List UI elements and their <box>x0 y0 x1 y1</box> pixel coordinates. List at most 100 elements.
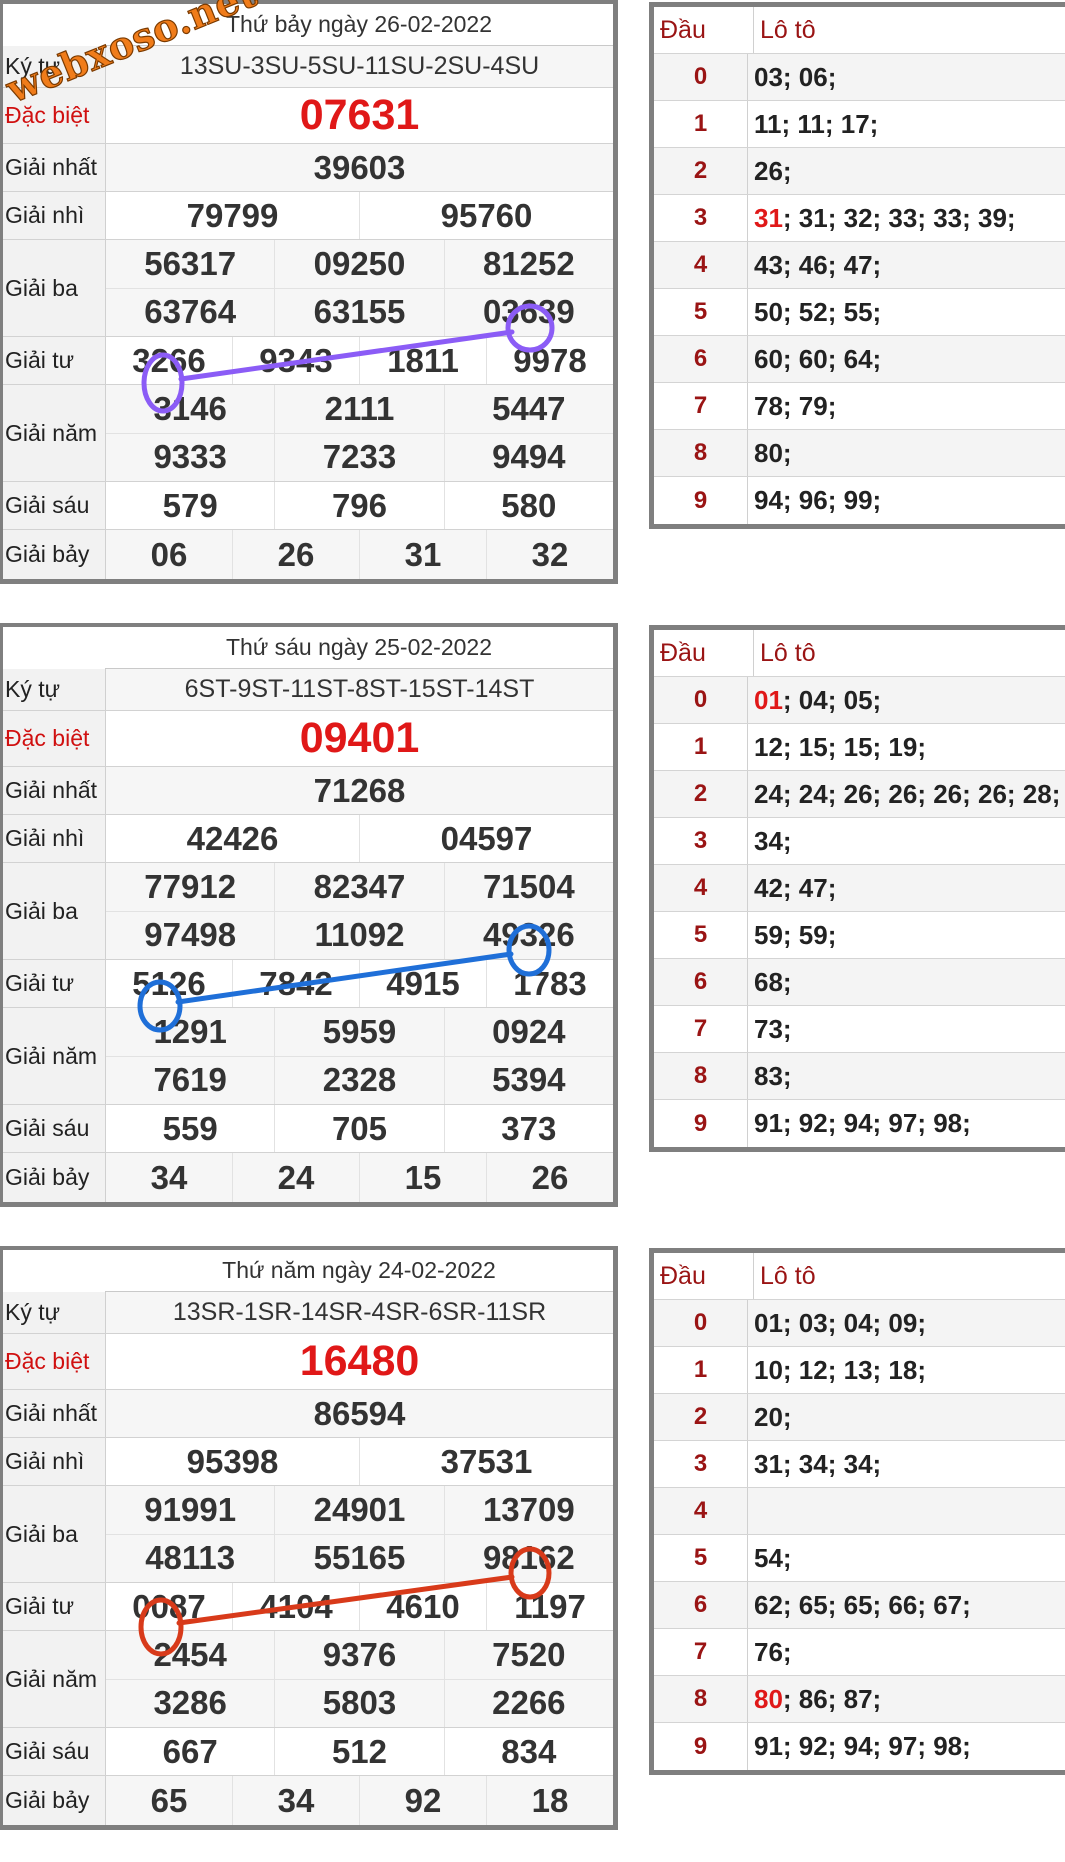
prize-number: 580 <box>443 482 613 529</box>
loto-row: 5 54; <box>654 1535 1065 1582</box>
prize-values-dac_biet: 07631 <box>106 88 613 143</box>
prize-number: 71268 <box>313 771 406 809</box>
prize-label-giai_ba: Giải ba <box>3 863 106 959</box>
prize-values-giai_ba: 91991 24901 13709 48113 55165 98162 <box>106 1486 613 1582</box>
prize-row-giai_bay: Giải bảy 34 24 15 26 <box>3 1153 613 1202</box>
prize-label-giai_nam: Giải năm <box>3 1631 106 1727</box>
prize-number: 09250 <box>274 240 443 288</box>
prize-label-giai_bay: Giải bảy <box>3 530 106 579</box>
prize-number: 834 <box>443 1728 613 1775</box>
prize-number: 82347 <box>274 863 443 911</box>
loto-row: 7 76; <box>654 1629 1065 1676</box>
prize-label-giai_nam: Giải năm <box>3 385 106 481</box>
loto-values: 76; <box>748 1629 1065 1675</box>
loto-head-digit: 6 <box>654 336 748 382</box>
prize-label-giai_nhi: Giải nhì <box>3 192 106 239</box>
loto-row: 7 78; 79; <box>654 383 1065 430</box>
prize-line: 1291 5959 0924 <box>106 1008 613 1056</box>
loto-list: 91; 92; 94; 97; 98; <box>754 1108 971 1138</box>
loto-row: 1 11; 11; 17; <box>654 101 1065 148</box>
prize-row-giai_nhat: Giải nhất 39603 <box>3 144 613 192</box>
prize-number: 16480 <box>299 1337 420 1385</box>
prize-values-giai_sau: 579 796 580 <box>106 482 613 529</box>
prize-number: 31 <box>359 530 486 579</box>
loto-head-digit: 2 <box>654 148 748 194</box>
prize-line: 79799 95760 <box>106 192 613 239</box>
loto-list: 54; <box>754 1542 792 1573</box>
prize-number: 98162 <box>443 1534 613 1582</box>
loto-highlight: 80 <box>754 1683 783 1714</box>
prize-line: 39603 <box>106 144 613 191</box>
prize-line: 86594 <box>106 1390 613 1437</box>
prize-values-dac_biet: 09401 <box>106 711 613 766</box>
prize-number: 9343 <box>232 337 359 384</box>
loto-head-digit: 2 <box>654 771 748 817</box>
loto-row: 5 50; 52; 55; <box>654 289 1065 336</box>
prize-label-giai_tu: Giải tư <box>3 960 106 1007</box>
prize-values-giai_nhat: 39603 <box>106 144 613 191</box>
loto-list: 03; 06; <box>754 61 837 92</box>
prize-line: 48113 55165 98162 <box>106 1533 613 1582</box>
prize-row-giai_nam: Giải năm 2454 9376 7520 3286 5803 2266 <box>3 1631 613 1728</box>
loto-list: 94; 96; 99; <box>754 485 882 515</box>
loto-head-digit: 4 <box>654 242 748 288</box>
prize-line: 13SR-1SR-14SR-4SR-6SR-11SR <box>106 1292 613 1333</box>
loto-head-digit: 1 <box>654 724 748 770</box>
loto-header: Đầu Lô tô <box>654 7 1065 54</box>
prize-number: 95398 <box>186 1442 279 1480</box>
prize-row-giai_nhi: Giải nhì 42426 04597 <box>3 815 613 863</box>
prize-number: 03639 <box>443 288 613 336</box>
loto-row: 3 31; 34; 34; <box>654 1441 1065 1488</box>
loto-header-dau: Đầu <box>654 630 754 676</box>
loto-list: 24; 24; 26; 26; 26; 26; 28; <box>754 778 1061 809</box>
loto-row: 2 26; <box>654 148 1065 195</box>
loto-head-digit: 0 <box>654 1300 748 1346</box>
prize-number: 5803 <box>274 1679 443 1727</box>
prize-number: 5126 <box>132 964 206 1002</box>
loto-table-1: Đầu Lô tô 0 03; 06; 1 11; 11; 17; 2 26; 3 31; 31;… <box>649 2 1065 529</box>
prize-label-dac_biet: Đặc biệt <box>3 1334 106 1389</box>
loto-values: 31; 31; 32; 33; 33; 39; <box>748 195 1065 241</box>
loto-values: 01; 04; 05; <box>748 677 1065 723</box>
prize-number: 24901 <box>274 1486 443 1534</box>
prize-number: 2454 <box>153 1635 227 1673</box>
loto-row: 3 34; <box>654 818 1065 865</box>
prize-values-giai_tu: 5126 7842 4915 1783 <box>106 960 613 1007</box>
loto-values <box>748 1488 1065 1534</box>
prize-number: 77912 <box>144 867 237 905</box>
prize-number: 34 <box>232 1776 359 1825</box>
prize-line: 0087 4104 4610 1197 <box>106 1583 613 1630</box>
prize-label-giai_sau: Giải sáu <box>3 1728 106 1775</box>
prize-values-giai_sau: 667 512 834 <box>106 1728 613 1775</box>
loto-row: 9 94; 96; 99; <box>654 477 1065 524</box>
prize-number: 667 <box>162 1732 218 1770</box>
prize-row-giai_sau: Giải sáu 667 512 834 <box>3 1728 613 1776</box>
loto-row: 9 91; 92; 94; 97; 98; <box>654 1723 1065 1770</box>
prize-number: 3266 <box>132 341 206 379</box>
prize-line: 34 24 15 26 <box>106 1153 613 1202</box>
prize-line: 559 705 373 <box>106 1105 613 1152</box>
prize-number: 7619 <box>153 1061 227 1099</box>
prize-number: 65 <box>150 1781 188 1819</box>
prize-line: 579 796 580 <box>106 482 613 529</box>
prize-number: 3286 <box>153 1684 227 1722</box>
loto-row: 4 <box>654 1488 1065 1535</box>
prize-number: 5447 <box>443 385 613 433</box>
loto-list: 26; <box>754 155 792 186</box>
prize-values-giai_ba: 56317 09250 81252 63764 63155 03639 <box>106 240 613 336</box>
loto-values: 68; <box>748 959 1065 1005</box>
prize-number: 26 <box>486 1153 613 1202</box>
prize-line: 71268 <box>106 767 613 814</box>
prize-row-giai_nhi: Giải nhì 95398 37531 <box>3 1438 613 1486</box>
prize-row-giai_ba: Giải ba 91991 24901 13709 48113 55165 98162 <box>3 1486 613 1583</box>
loto-head-digit: 6 <box>654 1582 748 1628</box>
loto-list: 62; 65; 65; 66; 67; <box>754 1589 971 1620</box>
loto-header-loto: Lô tô <box>760 1261 816 1290</box>
loto-row: 0 01; 03; 04; 09; <box>654 1300 1065 1347</box>
prize-number: 5959 <box>274 1008 443 1056</box>
prize-label-giai_bay: Giải bảy <box>3 1776 106 1825</box>
prize-number: 796 <box>274 482 443 529</box>
prize-line: 2454 9376 7520 <box>106 1631 613 1679</box>
loto-values: 24; 24; 26; 26; 26; 26; 28; <box>748 771 1065 817</box>
loto-values: 34; <box>748 818 1065 864</box>
